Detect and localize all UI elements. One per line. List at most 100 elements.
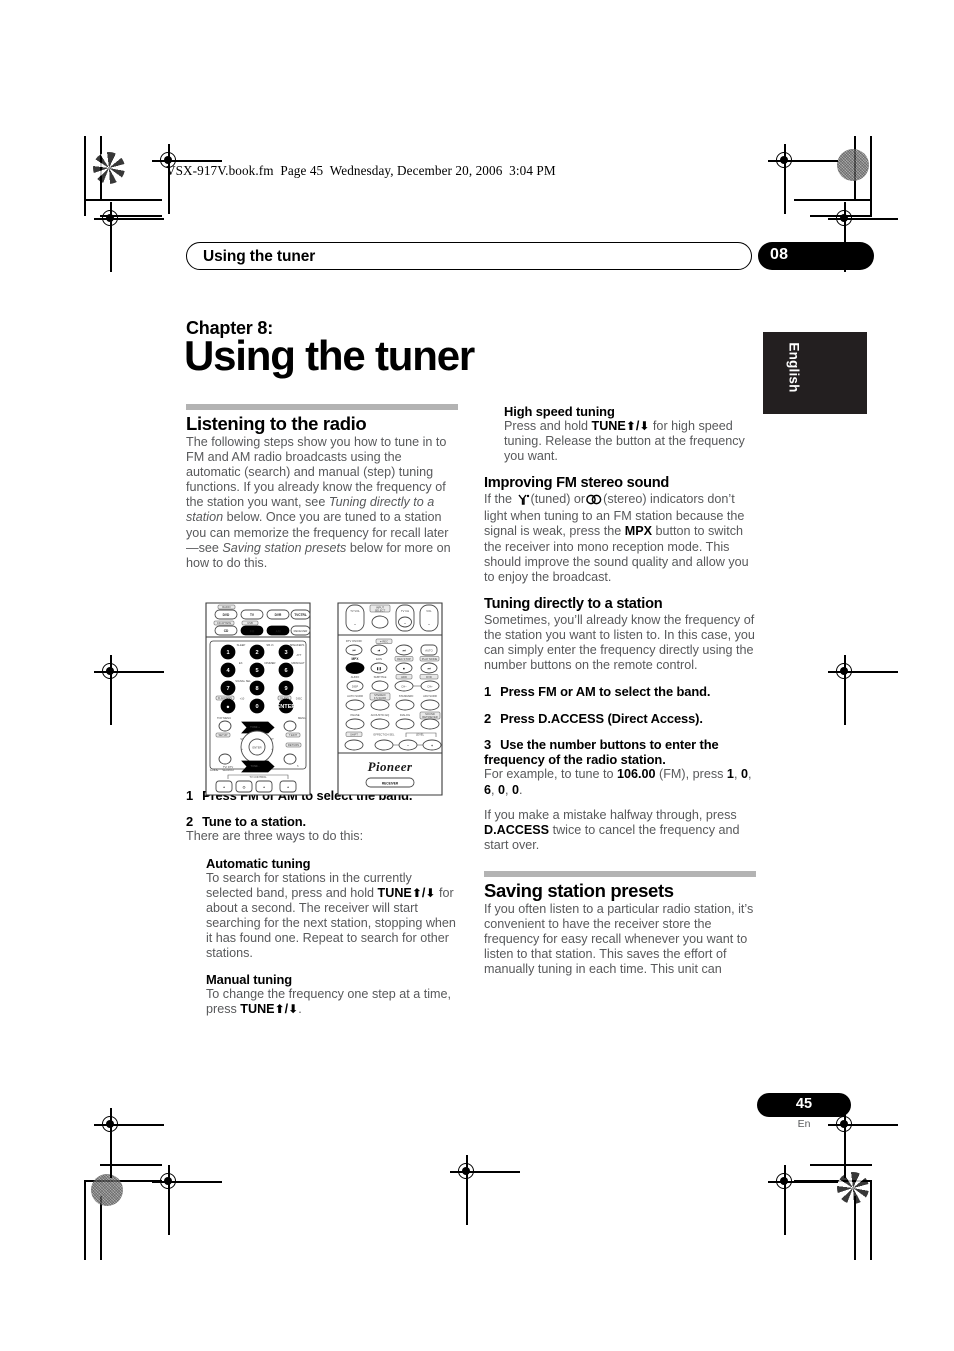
page-number-badge: 45 <box>757 1093 851 1117</box>
crop-line <box>84 1180 86 1260</box>
svg-text:ENTER: ENTER <box>252 746 261 750</box>
svg-text:EFFECT/CH SEL: EFFECT/CH SEL <box>374 732 395 736</box>
page-number: 45 <box>795 1096 813 1112</box>
step-2-tune-station: 2 Tune to a station. <box>186 814 458 829</box>
density-patch <box>837 1172 869 1204</box>
svg-text:DIALOG: DIALOG <box>400 713 410 717</box>
arrow-down-icon: ⬇ <box>639 419 650 433</box>
svg-text:RETURN: RETURN <box>288 743 299 747</box>
svg-text:+: + <box>287 786 289 790</box>
intro-italic-b: Saving station presets <box>222 540 347 555</box>
step-text: Press D.ACCESS (Direct Access). <box>500 710 703 726</box>
svg-text:TV CONTROL: TV CONTROL <box>249 775 267 779</box>
svg-text:❚❚: ❚❚ <box>376 667 381 671</box>
svg-text:SUBTITLE: SUBTITLE <box>374 675 387 679</box>
manual-tuning-text: To change the frequency one step at a ti… <box>206 987 458 1017</box>
listening-intro-paragraph: The following steps show you how to tune… <box>186 435 458 571</box>
tune-button-label: TUNE <box>591 419 626 433</box>
svg-text:GUIDE: GUIDE <box>210 768 219 772</box>
improving-fm-stereo-text: If the (tuned) or (stereo) indicators don… <box>484 492 756 585</box>
print-file-header: VSX-917V.book.fm Page 45 Wednesday, Dece… <box>166 163 556 178</box>
chapter-number-badge: 08 <box>758 242 874 270</box>
svg-text:SELECT: SELECT <box>375 609 386 613</box>
crop-line <box>794 199 872 201</box>
svg-text:DISP: DISP <box>352 684 358 688</box>
svg-text:+: + <box>431 744 433 748</box>
example-text-b: (FM), press <box>655 767 727 782</box>
density-patch <box>837 149 869 181</box>
svg-text:EON: EON <box>376 657 382 661</box>
section-rule <box>186 404 458 410</box>
svg-text:DVR: DVR <box>275 613 282 617</box>
svg-text:AM: AM <box>276 629 281 633</box>
tuning-directly-intro: Sometimes, you’ll already know the frequ… <box>484 612 755 673</box>
example-key: 1 <box>726 767 734 782</box>
svg-text:SEARCH: SEARCH <box>222 768 233 772</box>
svg-text:■: ■ <box>403 667 405 671</box>
tuning-methods-group: Automatic tuning To search for stations … <box>206 856 458 1018</box>
manual-text-b: . <box>298 1002 302 1017</box>
direct-step-1: 1 Press FM or AM to select the band. <box>484 684 756 699</box>
svg-text:DIMMER: DIMMER <box>265 661 276 665</box>
heading-improving-fm-stereo: Improving FM stereo sound <box>484 475 670 492</box>
registration-mark <box>828 202 898 272</box>
language-tab: English <box>763 332 867 414</box>
stereo-indicator-icon <box>586 494 602 509</box>
svg-text:SLEEP: SLEEP <box>237 643 246 647</box>
svg-text:DTV ON/OFF: DTV ON/OFF <box>346 639 363 643</box>
svg-text:TUNE -: TUNE - <box>251 764 260 768</box>
svg-text:⏮: ⏮ <box>353 649 356 653</box>
arrow-up-icon: ⬆ <box>411 885 422 900</box>
svg-text:CD: CD <box>224 629 229 633</box>
direct-example-text: For example, to tune to 106.00 (FM), pre… <box>484 767 752 797</box>
svg-text:–: – <box>354 622 356 626</box>
svg-text:CH+: CH+ <box>427 684 433 688</box>
svg-text:TV VOL: TV VOL <box>350 609 360 613</box>
step-number: 2 <box>186 814 194 830</box>
right-remote-body: TV VOL – INPUT SELECT TV CH – VOL – DTV … <box>337 602 443 796</box>
svg-text:⏭: ⏭ <box>403 649 406 653</box>
svg-text:●: ● <box>226 704 229 710</box>
direct-mistake-text: If you make a mistake halfway through, p… <box>484 808 756 853</box>
high-speed-tuning-group: High speed tuning Press and hold TUNE⬆/⬇… <box>504 404 756 464</box>
page-language-code: En <box>797 1118 811 1130</box>
svg-text:+: + <box>263 786 265 790</box>
svg-text:⏯: ⏯ <box>378 649 381 653</box>
svg-text:TUNE +: TUNE + <box>250 725 260 729</box>
arrow-down-icon: ⬇ <box>288 1002 299 1017</box>
svg-text:T.EDIT: T.EDIT <box>289 733 298 737</box>
svg-text:–: – <box>407 744 409 748</box>
left-remote-body: RADIO DVD TV DVR TVCTRL CD-R/TAPE USB CD… <box>205 602 311 796</box>
svg-text:MIDNIGHT: MIDNIGHT <box>291 661 305 665</box>
svg-text:SETUP: SETUP <box>219 733 228 737</box>
mistake-text-a: If you make a mistake halfway through, p… <box>484 807 737 822</box>
direct-step-3: 3 Use the number buttons to enter the fre… <box>484 737 756 768</box>
svg-text:SPEAKERS: SPEAKERS <box>290 643 305 647</box>
brand-block: Pioneer RECEIVER <box>365 759 415 788</box>
example-text-a: For example, to tune to <box>484 767 618 782</box>
svg-text:6: 6 <box>284 668 287 674</box>
example-key: 6 <box>484 782 492 797</box>
registration-mark <box>828 655 898 725</box>
heading-automatic-tuning: Automatic tuning <box>206 855 311 871</box>
registration-mark <box>768 144 838 214</box>
crop-line <box>84 199 162 201</box>
high-speed-tuning-text: Press and hold TUNE⬆/⬇ for high speed tu… <box>504 419 756 464</box>
svg-text:DISC: DISC <box>296 697 302 701</box>
mpx-button <box>345 662 365 674</box>
step-number: 1 <box>186 787 194 803</box>
arrow-up-icon: ⬆ <box>274 1002 285 1017</box>
page-title: Using the tuner <box>184 332 475 379</box>
step-text: Press FM or AM to select the band. <box>500 684 711 700</box>
svg-text:HDD: HDD <box>401 675 407 679</box>
svg-text:● REC: ● REC <box>380 639 388 643</box>
svg-text:8: 8 <box>255 686 258 692</box>
svg-text:REC STOP: REC STOP <box>397 657 411 661</box>
svg-text:DVD: DVD <box>426 675 432 679</box>
crop-line <box>810 1164 872 1166</box>
crop-line <box>854 1196 856 1260</box>
chapter-number-label: 08 <box>770 246 789 263</box>
svg-text:FM: FM <box>250 629 255 633</box>
registration-mark <box>768 1165 838 1235</box>
crop-line <box>870 1180 872 1260</box>
